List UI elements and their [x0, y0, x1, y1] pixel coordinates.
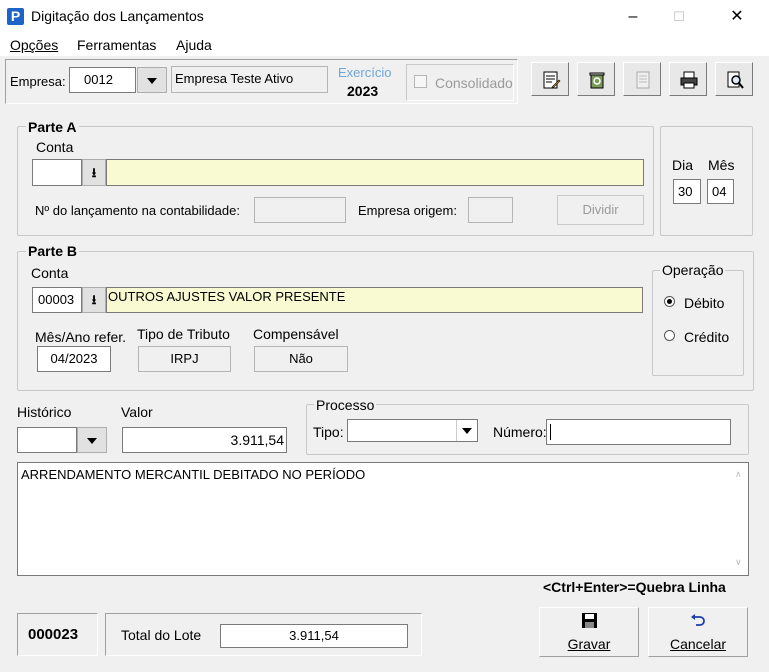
credito-label: Crédito [684, 329, 730, 345]
historico-textarea[interactable]: ARRENDAMENTO MERCANTIL DEBITADO NO PERÍO… [17, 462, 749, 576]
operacao-group [652, 270, 744, 376]
tipo-dropdown-arrow[interactable] [456, 420, 477, 441]
app-icon: P [7, 8, 24, 25]
historico-field[interactable] [17, 427, 77, 453]
window-title: Digitação dos Lançamentos [31, 8, 204, 24]
preview-search-icon [727, 71, 744, 89]
total-lote-field: 3.911,54 [220, 624, 408, 648]
historico-label: Histórico [17, 404, 72, 420]
recycle-button[interactable] [577, 62, 615, 96]
empresa-dropdown-button[interactable] [137, 67, 167, 93]
parte-a-conta-label: Conta [36, 139, 74, 155]
lancamento-contabilidade-field [254, 197, 346, 223]
parte-b-conta-lookup-button[interactable]: ⭳ [82, 287, 106, 313]
exercicio-value: 2023 [347, 83, 379, 99]
disabled-document-button[interactable] [623, 62, 661, 96]
print-button[interactable] [669, 62, 707, 96]
empresa-origem-field [468, 197, 513, 223]
empresa-label: Empresa: [10, 74, 66, 89]
numero-label: Número: [493, 424, 547, 440]
debito-radio[interactable] [664, 296, 675, 307]
tipo-tributo-label: Tipo de Tributo [137, 326, 230, 342]
compensavel-field: Não [254, 346, 348, 372]
parte-a-conta-code[interactable] [32, 159, 82, 186]
undo-arrow-icon [691, 614, 705, 626]
arrow-down-bar-icon: ⭳ [91, 292, 97, 307]
credito-radio[interactable] [664, 330, 675, 341]
valor-field[interactable]: 3.911,54 [122, 427, 287, 453]
dia-field[interactable]: 30 [673, 179, 701, 204]
quebra-linha-hint: <Ctrl+Enter>=Quebra Linha [543, 579, 726, 595]
dia-label: Dia [672, 157, 694, 173]
valor-label: Valor [121, 404, 153, 420]
tipo-label: Tipo: [313, 424, 344, 440]
gravar-button[interactable]: Gravar [539, 607, 639, 657]
numero-field[interactable] [546, 419, 731, 445]
menu-opcoes[interactable]: Opções [10, 37, 58, 53]
total-lote-label: Total do Lote [121, 627, 202, 643]
maximize-button[interactable]: ☐ [656, 0, 702, 34]
menu-ajuda[interactable]: Ajuda [176, 37, 212, 53]
processo-label: Processo [314, 397, 377, 413]
empresa-origem-label: Empresa origem: [358, 203, 457, 218]
mes-field[interactable]: 04 [707, 179, 734, 204]
edit-document-icon [543, 71, 561, 89]
debito-label: Débito [684, 295, 725, 311]
printer-icon [680, 71, 698, 89]
mes-label: Mês [708, 157, 735, 173]
recycle-bin-icon [589, 72, 605, 89]
exercicio-label: Exercício [338, 65, 392, 80]
consolidado-checkbox[interactable] [414, 75, 427, 88]
operacao-label: Operação [660, 262, 726, 278]
parte-a-conta-desc[interactable] [106, 159, 644, 186]
floppy-disk-icon [582, 613, 597, 628]
parte-a-conta-lookup-button[interactable]: ⭳ [82, 159, 106, 186]
minimize-button[interactable]: – [610, 0, 656, 34]
historico-text: ARRENDAMENTO MERCANTIL DEBITADO NO PERÍO… [21, 467, 366, 482]
parte-a-title: Parte A [26, 119, 79, 135]
parte-b-group [17, 251, 754, 391]
text-cursor [550, 424, 551, 440]
edit-document-button[interactable] [531, 62, 569, 96]
cancelar-label: Cancelar [669, 636, 727, 652]
lancamento-contabilidade-label: Nº do lançamento na contabilidade: [35, 203, 240, 218]
preview-button[interactable] [715, 62, 753, 96]
chevron-down-icon [462, 428, 472, 434]
chevron-down-icon [87, 438, 97, 444]
gravar-label: Gravar [567, 636, 611, 652]
arrow-down-bar-icon: ⭳ [91, 165, 97, 180]
parte-b-conta-desc[interactable]: OUTROS AJUSTES VALOR PRESENTE [106, 287, 643, 313]
cancelar-button[interactable]: Cancelar [648, 607, 748, 657]
empresa-code-field[interactable]: 0012 [69, 67, 136, 93]
textarea-scrollbar[interactable]: ∧ ∨ [731, 463, 748, 575]
historico-dropdown-button[interactable] [77, 427, 107, 453]
consolidado-label: Consolidado [435, 75, 513, 91]
close-button[interactable]: ✕ [714, 0, 760, 34]
menu-ferramentas[interactable]: Ferramentas [77, 37, 156, 53]
chevron-down-icon [147, 78, 157, 84]
disabled-document-icon [636, 71, 650, 89]
parte-b-conta-label: Conta [31, 265, 69, 281]
tipo-tributo-field: IRPJ [138, 346, 231, 372]
empresa-name-field: Empresa Teste Ativo [171, 66, 328, 93]
parte-b-title: Parte B [26, 243, 80, 259]
mes-ano-label: Mês/Ano refer. [35, 329, 127, 345]
lote-number: 000023 [28, 626, 79, 643]
scroll-down-icon[interactable]: ∨ [735, 557, 742, 568]
compensavel-label: Compensável [253, 326, 339, 342]
scroll-up-icon[interactable]: ∧ [735, 469, 742, 480]
mes-ano-field[interactable]: 04/2023 [37, 346, 111, 372]
parte-b-conta-code[interactable]: 00003 [32, 287, 82, 313]
dividir-button[interactable]: Dividir [557, 195, 644, 225]
tipo-select[interactable] [347, 419, 478, 442]
